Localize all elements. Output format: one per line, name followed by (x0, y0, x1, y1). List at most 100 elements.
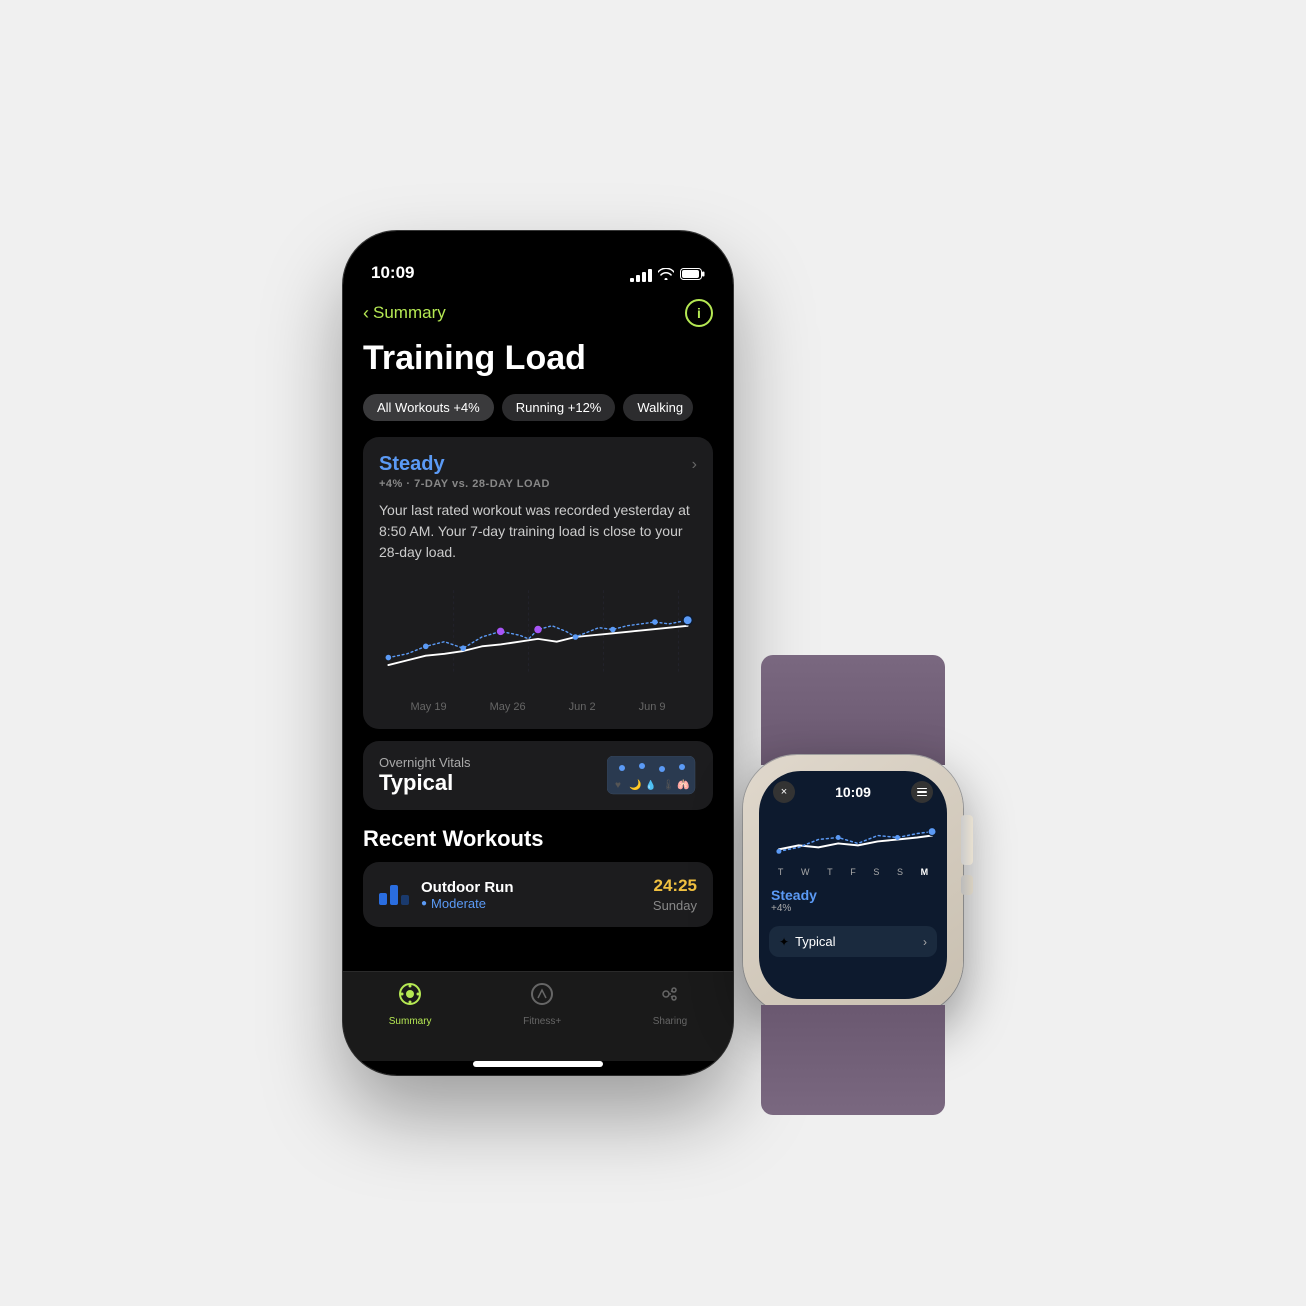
signal-bar-4 (648, 269, 652, 282)
home-indicator (473, 1061, 603, 1067)
back-chevron-icon: ‹ (363, 303, 369, 324)
training-chart (379, 577, 697, 697)
watch-day-5: S (873, 867, 879, 877)
status-time: 10:09 (371, 263, 414, 283)
watch-days-row: T W T F S S M (759, 867, 947, 881)
svg-text:🌡: 🌡 (662, 779, 675, 791)
workout-time: 24:25 (654, 876, 697, 896)
battery-icon (680, 267, 705, 283)
nav-bar: ‹ Summary i (363, 291, 713, 339)
training-card: Steady › +4% · 7-DAY vs. 28-DAY LOAD You… (363, 437, 713, 729)
menu-line-3 (917, 795, 927, 797)
steady-label: Steady (379, 453, 445, 476)
back-label: Summary (373, 303, 446, 323)
watch-day-2: W (801, 867, 810, 877)
watch-typical-left: ✦ Typical (779, 934, 836, 949)
tab-bar: Summary Fitness+ Sharing (343, 971, 733, 1061)
vitals-card[interactable]: Overnight Vitals Typical ♥ 🌙 (363, 741, 713, 810)
watch-typical-chevron-icon: › (923, 935, 927, 949)
segment-all-workouts[interactable]: All Workouts +4% (363, 394, 494, 421)
signal-bar-3 (642, 272, 646, 282)
watch-chart-area (759, 807, 947, 867)
svg-text:♥: ♥ (615, 780, 621, 791)
tab-sharing[interactable]: Sharing (653, 982, 687, 1027)
chart-label-4: Jun 9 (639, 701, 666, 713)
svg-text:🫁: 🫁 (677, 779, 690, 791)
watch-body: × 10:09 (743, 755, 963, 1015)
watch-status-bar: × 10:09 (759, 771, 947, 807)
watch-button (961, 875, 973, 895)
tab-summary-icon (398, 982, 422, 1012)
page-title: Training Load (363, 339, 713, 378)
workout-intensity: Moderate (431, 896, 486, 911)
menu-line-2 (917, 791, 927, 793)
watch-steady-sub: +4% (771, 903, 935, 914)
back-button[interactable]: ‹ Summary (363, 303, 446, 324)
status-icons (630, 267, 705, 283)
iphone-device: 10:09 (343, 231, 733, 1075)
bar-1 (379, 893, 387, 905)
watch-day-1: T (778, 867, 784, 877)
svg-text:💧: 💧 (645, 779, 656, 790)
info-button[interactable]: i (685, 299, 713, 327)
watch-close-button[interactable]: × (773, 781, 795, 803)
vitals-title: Typical (379, 770, 471, 796)
watch-menu-button[interactable] (911, 781, 933, 803)
workout-name: Outdoor Run (421, 879, 641, 896)
signal-bar-1 (630, 278, 634, 282)
watch-steady-section: Steady +4% (759, 881, 947, 920)
watch-steady-label: Steady (771, 887, 935, 903)
tab-summary[interactable]: Summary (389, 982, 432, 1027)
info-icon: i (697, 305, 701, 321)
segment-running[interactable]: Running +12% (502, 394, 616, 421)
recent-workouts-title: Recent Workouts (363, 826, 713, 852)
watch-band-bottom (761, 1005, 945, 1115)
vitals-info: Overnight Vitals Typical (379, 755, 471, 796)
steady-row: Steady › (379, 453, 697, 476)
tab-fitness-label: Fitness+ (523, 1016, 561, 1027)
load-description: Your last rated workout was recorded yes… (379, 500, 697, 563)
watch-crown (961, 815, 973, 865)
workout-dot-icon: ● (421, 898, 427, 909)
vitals-chart-svg: ♥ 🌙 💧 🌡 🫁 (607, 756, 697, 796)
watch-day-3: T (827, 867, 833, 877)
watch-screen: × 10:09 (759, 771, 947, 999)
load-subtitle: +4% · 7-DAY vs. 28-DAY LOAD (379, 478, 697, 490)
workout-intensity-icon (379, 885, 409, 905)
chart-label-3: Jun 2 (569, 701, 596, 713)
training-chart-svg (379, 577, 697, 697)
workout-card[interactable]: Outdoor Run ● Moderate 24:25 Sunday (363, 862, 713, 927)
app-content: ‹ Summary i Training Load All Workouts +… (343, 291, 733, 971)
workout-info: Outdoor Run ● Moderate (421, 879, 641, 911)
apple-watch-container: × 10:09 (743, 755, 963, 1015)
segment-walking[interactable]: Walking (623, 394, 693, 421)
dynamic-island (478, 245, 598, 281)
watch-chart-svg (769, 807, 937, 867)
chart-label-1: May 19 (411, 701, 447, 713)
watch-day-7: M (921, 867, 929, 877)
watch-typical-label: Typical (795, 934, 835, 949)
tab-sharing-label: Sharing (653, 1016, 687, 1027)
chart-labels: May 19 May 26 Jun 2 Jun 9 (379, 701, 697, 713)
signal-bars (630, 269, 652, 282)
segment-control: All Workouts +4% Running +12% Walking (363, 394, 713, 421)
workout-day: Sunday (653, 898, 697, 913)
watch-typical-icon: ✦ (779, 935, 789, 949)
tab-sharing-icon (658, 982, 682, 1012)
tab-fitness-icon (530, 982, 554, 1012)
scene: 10:09 (343, 231, 963, 1075)
watch-typical-row[interactable]: ✦ Typical › (769, 926, 937, 957)
watch-day-6: S (897, 867, 903, 877)
chart-label-2: May 26 (490, 701, 526, 713)
watch-time: 10:09 (835, 784, 871, 800)
wifi-icon (658, 267, 674, 283)
tab-fitness-plus[interactable]: Fitness+ (523, 982, 561, 1027)
vitals-subtitle: Overnight Vitals (379, 755, 471, 770)
svg-text:🌙: 🌙 (629, 778, 641, 791)
menu-line-1 (917, 788, 927, 790)
vitals-icons: ♥ 🌙 💧 🌡 🫁 (607, 756, 697, 796)
bar-2 (390, 885, 398, 905)
chevron-right-icon: › (692, 456, 697, 474)
bar-3 (401, 895, 409, 905)
iphone-screen: 10:09 (343, 231, 733, 1075)
